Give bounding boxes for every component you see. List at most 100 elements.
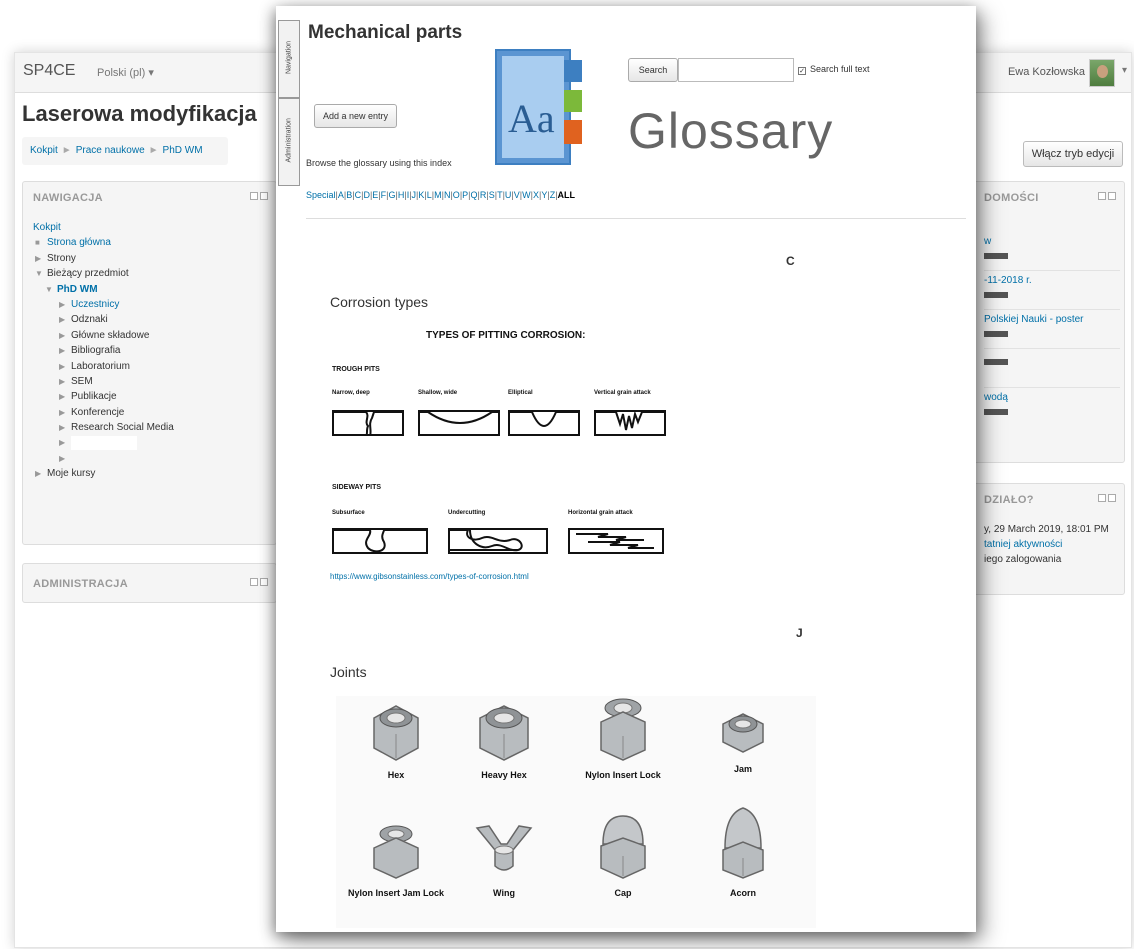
nav-item[interactable]: ▶ Strony: [33, 251, 174, 266]
avatar[interactable]: [1089, 59, 1115, 87]
news-item[interactable]: -11-2018 r.: [984, 271, 1120, 310]
chevron-right-icon: ▶: [59, 438, 66, 448]
checkbox-checked-icon[interactable]: ✓: [798, 67, 806, 75]
dock-icon[interactable]: [250, 578, 258, 586]
nylon-insert-jam-lock-nut: Nylon Insert Jam Lock: [341, 820, 451, 898]
dock-icon[interactable]: [250, 192, 258, 200]
nav-item[interactable]: ▶: [33, 435, 174, 450]
language-menu[interactable]: Polski (pl) ▾: [97, 66, 154, 79]
nav-item-kokpit[interactable]: Kokpit: [33, 220, 174, 235]
user-name[interactable]: Ewa Kozłowska: [1008, 66, 1085, 78]
breadcrumb-item[interactable]: Prace naukowe: [76, 145, 145, 156]
redacted-bar: [984, 359, 1008, 365]
nav-item-label: Odznaki: [71, 314, 108, 326]
shallow-wide-pit-diagram: [418, 410, 500, 436]
nav-item-label[interactable]: Uczestnicy: [71, 299, 119, 310]
search-fulltext-option[interactable]: ✓ Search full text: [798, 64, 870, 75]
search-button[interactable]: Search: [628, 58, 678, 82]
settings-icon[interactable]: [1108, 192, 1116, 200]
wing-nut: Wing: [449, 820, 559, 898]
nylon-insert-lock-nut: Nylon Insert Lock: [568, 696, 678, 780]
news-block: DOMOŚCI w -11-2018 r. Polskiej Nauki - p…: [973, 181, 1125, 463]
news-item-link[interactable]: w: [984, 236, 991, 247]
dock-icon[interactable]: [1098, 494, 1106, 502]
recent-activity-text: y, 29 March 2019, 18:01 PM tatniej aktyw…: [984, 522, 1109, 567]
side-tab-navigation[interactable]: Navigation: [278, 20, 300, 98]
vertical-grain-pit-diagram: [594, 410, 666, 436]
breadcrumb-item[interactable]: PhD WM: [163, 145, 203, 156]
nav-item[interactable]: ▶ Research Social Media: [33, 420, 174, 435]
news-item[interactable]: [984, 349, 1120, 388]
nav-item[interactable]: ▶ Laboratorium: [33, 359, 174, 374]
dock-icon[interactable]: [1098, 192, 1106, 200]
site-brand[interactable]: SP4CE: [23, 62, 75, 80]
entry-title[interactable]: Corrosion types: [330, 294, 428, 310]
nav-item[interactable]: ▶ Główne składowe: [33, 328, 174, 343]
recent-activity-link[interactable]: tatniej aktywności: [984, 537, 1109, 552]
navigation-block: NAWIGACJA Kokpit ■ Strona główna ▶ Strony …: [22, 181, 277, 545]
redacted-bar: [984, 292, 1008, 298]
nav-item[interactable]: ▶ Konferencje: [33, 405, 174, 420]
alphabet-link[interactable]: Q: [471, 190, 478, 200]
cap-nut-icon: [600, 815, 646, 879]
news-item-link[interactable]: -11-2018 r.: [984, 275, 1032, 286]
search-input[interactable]: [678, 58, 794, 82]
alphabet-link[interactable]: O: [453, 190, 460, 200]
news-item[interactable]: Polskiej Nauki - poster: [984, 310, 1120, 349]
nav-item[interactable]: ▶ Uczestnicy: [33, 297, 174, 312]
subsurface-pit-diagram: [332, 528, 428, 554]
side-tab-administration[interactable]: Administration: [278, 98, 300, 186]
alphabet-link[interactable]: W: [522, 190, 531, 200]
nav-item[interactable]: ▶ Publikacje: [33, 389, 174, 404]
nav-item-label: Moje kursy: [47, 468, 96, 480]
alphabet-link[interactable]: G: [388, 190, 395, 200]
settings-icon[interactable]: [260, 578, 268, 586]
nav-item-label[interactable]: PhD WM: [57, 284, 98, 295]
nav-item[interactable]: ▶ Odznaki: [33, 312, 174, 327]
settings-icon[interactable]: [1108, 494, 1116, 502]
hex-nut-icon: [373, 705, 419, 761]
news-item[interactable]: w: [984, 232, 1120, 271]
block-controls[interactable]: [1096, 192, 1116, 202]
nut-label: Heavy Hex: [481, 770, 527, 780]
nav-item-label[interactable]: Strona główna: [47, 237, 111, 248]
alphabet-all[interactable]: ALL: [558, 190, 576, 200]
nav-item-label: Research Social Media: [71, 422, 174, 434]
user-menu-caret[interactable]: ▾: [1122, 65, 1127, 76]
nav-item-label: Strony: [47, 252, 76, 264]
source-link[interactable]: https://www.gibsonstainless.com/types-of…: [330, 572, 529, 581]
nut-label: Jam: [733, 764, 752, 774]
edit-mode-button[interactable]: Włącz tryb edycji: [1023, 141, 1123, 167]
redacted-bar: [984, 409, 1008, 415]
undercutting-pit-diagram: [448, 528, 548, 554]
nav-item[interactable]: ▼ PhD WM: [33, 282, 174, 297]
nav-item[interactable]: ▼ Bieżący przedmiot: [33, 266, 174, 281]
divider: [306, 218, 966, 219]
glossary-title: Mechanical parts: [308, 22, 463, 43]
alphabet-link[interactable]: M: [434, 190, 442, 200]
jam-nut-icon: [722, 713, 764, 753]
administration-block: ADMINISTRACJA: [22, 563, 277, 603]
breadcrumb-item[interactable]: Kokpit: [30, 145, 58, 156]
nav-item[interactable]: ▶ Moje kursy: [33, 466, 174, 481]
nav-item[interactable]: ■ Strona główna: [33, 235, 174, 250]
settings-icon[interactable]: [260, 192, 268, 200]
nav-item[interactable]: ▶ Bibliografia: [33, 343, 174, 358]
block-controls[interactable]: [248, 578, 268, 588]
figure-heading: SIDEWAY PITS: [332, 484, 382, 491]
news-item-link[interactable]: wodą: [984, 392, 1008, 403]
news-item-link[interactable]: Polskiej Nauki - poster: [984, 314, 1083, 325]
pit-label: Undercutting: [448, 510, 486, 516]
nav-item[interactable]: ▶: [33, 451, 174, 466]
glossary-logo-word: Glossary: [628, 103, 834, 159]
entry-title[interactable]: Joints: [330, 664, 367, 680]
add-entry-button[interactable]: Add a new entry: [314, 104, 397, 128]
news-item[interactable]: wodą: [984, 388, 1120, 427]
pit-label: Horizontal grain attack: [568, 510, 633, 516]
heavy-hex-nut-icon: [479, 705, 529, 761]
nav-item[interactable]: ▶ SEM: [33, 374, 174, 389]
chevron-right-icon: ▶: [59, 299, 66, 309]
block-controls[interactable]: [1096, 494, 1116, 504]
alphabet-link[interactable]: Special: [306, 190, 336, 200]
block-controls[interactable]: [248, 192, 268, 202]
